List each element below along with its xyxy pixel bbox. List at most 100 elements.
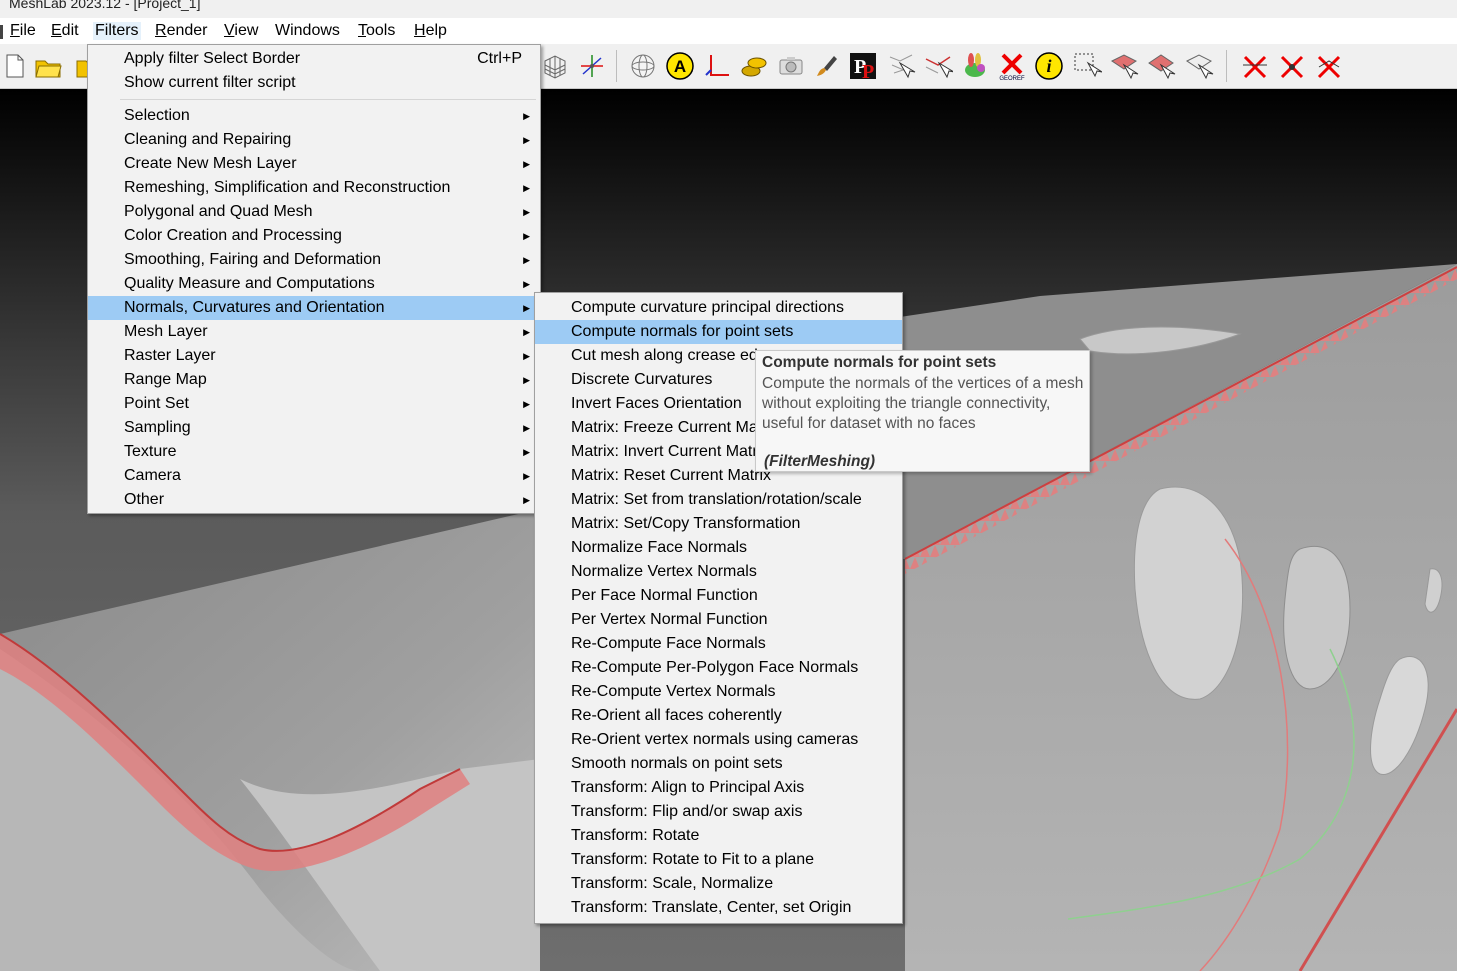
filters-dropdown: Apply filter Select Border Ctrl+P Show c… [87,44,541,514]
paint-brush-icon[interactable] [812,51,842,81]
select-edges-icon[interactable] [923,51,953,81]
filter-category-item[interactable]: Quality Measure and Computations ▶ [88,272,540,296]
normals-submenu-item[interactable]: Re-Compute Per-Polygon Face Normals [535,656,902,680]
normals-submenu-label: Transform: Rotate [571,827,700,844]
filter-category-item[interactable]: Raster Layer ▶ [88,344,540,368]
normals-submenu-label: Compute curvature principal directions [571,299,845,316]
apply-filter-item[interactable]: Apply filter Select Border Ctrl+P [88,47,540,71]
normals-submenu-label: Discrete Curvatures [571,371,713,388]
normals-submenu-item[interactable]: Normalize Vertex Normals [535,560,902,584]
menu-tools[interactable]: Tools [358,22,395,40]
filter-category-item[interactable]: Color Creation and Processing ▶ [88,224,540,248]
select-vertex-icon[interactable] [886,51,916,81]
pp-points-icon[interactable]: PP [848,51,878,81]
submenu-arrow-icon: ▶ [523,303,530,313]
filter-category-item[interactable]: Texture ▶ [88,440,540,464]
filter-category-item[interactable]: Selection ▶ [88,104,540,128]
title-bar: MeshLab 2023.12 - [Project_1] [0,0,1457,18]
filter-category-item[interactable]: Mesh Layer ▶ [88,320,540,344]
submenu-arrow-icon: ▶ [523,423,530,433]
normals-submenu-item[interactable]: Transform: Scale, Normalize [535,872,902,896]
normals-submenu-item[interactable]: Per Vertex Normal Function [535,608,902,632]
normals-submenu-item[interactable]: Matrix: Set/Copy Transformation [535,512,902,536]
annotation-a-icon[interactable]: A [665,51,695,81]
normals-submenu-label: Matrix: Freeze Current Matrix [571,419,780,436]
toolbar-separator [616,50,617,82]
normals-submenu-label: Per Vertex Normal Function [571,611,768,628]
new-project-icon[interactable] [0,51,30,81]
delete-vertex-icon[interactable] [1277,51,1307,81]
menu-file[interactable]: File [10,22,36,40]
normals-submenu-item[interactable]: Smooth normals on point sets [535,752,902,776]
menu-filters[interactable]: Filters [93,22,141,40]
normals-submenu-item[interactable]: Matrix: Set from translation/rotation/sc… [535,488,902,512]
tooltip-plugin: (FilterMeshing) [764,453,876,470]
normals-submenu-label: Matrix: Invert Current Matrix [571,443,770,460]
menu-render[interactable]: Render [155,22,207,40]
filter-category-label: Color Creation and Processing [124,227,342,244]
georef-icon[interactable]: GEOREF [997,51,1027,81]
normals-submenu-item[interactable]: Re-Compute Face Normals [535,632,902,656]
normals-submenu-item[interactable]: Compute curvature principal directions [535,296,902,320]
normals-submenu-item[interactable]: Transform: Translate, Center, set Origin [535,896,902,920]
filter-category-item[interactable]: Create New Mesh Layer ▶ [88,152,540,176]
info-icon[interactable]: i [1034,51,1064,81]
normals-submenu-item[interactable]: Re-Orient vertex normals using cameras [535,728,902,752]
filter-category-label: Sampling [124,419,191,436]
delete-face-icon[interactable] [1240,51,1270,81]
menu-help[interactable]: Help [414,22,447,40]
normals-submenu-item[interactable]: Normalize Face Normals [535,536,902,560]
submenu-arrow-icon: ▶ [523,231,530,241]
delete-selected-icon[interactable] [1314,51,1344,81]
bunny-icon[interactable] [960,51,990,81]
normals-submenu-item[interactable]: Transform: Rotate to Fit to a plane [535,848,902,872]
filter-category-item[interactable]: Polygonal and Quad Mesh ▶ [88,200,540,224]
submenu-arrow-icon: ▶ [523,255,530,265]
filter-category-item[interactable]: Other ▶ [88,488,540,512]
filter-category-item[interactable]: Range Map ▶ [88,368,540,392]
filter-category-item[interactable]: Remeshing, Simplification and Reconstruc… [88,176,540,200]
filter-category-label: Raster Layer [124,347,216,364]
filter-category-label: Cleaning and Repairing [124,131,292,148]
normals-submenu-item[interactable]: Transform: Flip and/or swap axis [535,800,902,824]
filter-category-item[interactable]: Cleaning and Repairing ▶ [88,128,540,152]
select-rect-icon[interactable] [1072,51,1102,81]
toolbar-separator [1226,50,1227,82]
coin-icon[interactable] [739,51,769,81]
normals-submenu-item[interactable]: Compute normals for point sets [535,320,902,344]
normals-submenu-item[interactable]: Transform: Align to Principal Axis [535,776,902,800]
menu-view[interactable]: View [224,22,258,40]
select-connected-icon[interactable] [1146,51,1176,81]
normals-submenu-label: Smooth normals on point sets [571,755,783,772]
normals-submenu-item[interactable]: Re-Orient all faces coherently [535,704,902,728]
axis-2d-icon[interactable] [702,51,732,81]
axis-icon[interactable] [577,51,607,81]
filter-category-item[interactable]: Point Set ▶ [88,392,540,416]
filter-category-label: Polygonal and Quad Mesh [124,203,313,220]
filter-category-item[interactable]: Smoothing, Fairing and Deformation ▶ [88,248,540,272]
filter-category-item[interactable]: Sampling ▶ [88,416,540,440]
open-project-icon[interactable] [33,51,63,81]
normals-submenu-label: Compute normals for point sets [571,323,794,340]
normals-submenu-label: Transform: Scale, Normalize [571,875,774,892]
filter-category-label: Camera [124,467,181,484]
window-title: MeshLab 2023.12 - [Project_1] [9,0,201,11]
menu-separator [120,99,536,100]
filter-category-item[interactable]: Normals, Curvatures and Orientation ▶ [88,296,540,320]
menu-indicator [0,22,3,44]
menu-windows[interactable]: Windows [275,22,340,40]
normals-submenu-label: Invert Faces Orientation [571,395,742,412]
normals-submenu-label: Transform: Align to Principal Axis [571,779,805,796]
submenu-arrow-icon: ▶ [523,159,530,169]
show-filter-script-item[interactable]: Show current filter script [88,71,540,95]
camera-icon[interactable] [776,51,806,81]
select-faces-icon[interactable] [1109,51,1139,81]
filter-category-item[interactable]: Camera ▶ [88,464,540,488]
select-region-icon[interactable] [1184,51,1214,81]
grid-icon[interactable] [540,51,570,81]
menu-edit[interactable]: Edit [51,22,79,40]
sphere-icon[interactable] [628,51,658,81]
normals-submenu-item[interactable]: Per Face Normal Function [535,584,902,608]
normals-submenu-item[interactable]: Transform: Rotate [535,824,902,848]
normals-submenu-item[interactable]: Re-Compute Vertex Normals [535,680,902,704]
